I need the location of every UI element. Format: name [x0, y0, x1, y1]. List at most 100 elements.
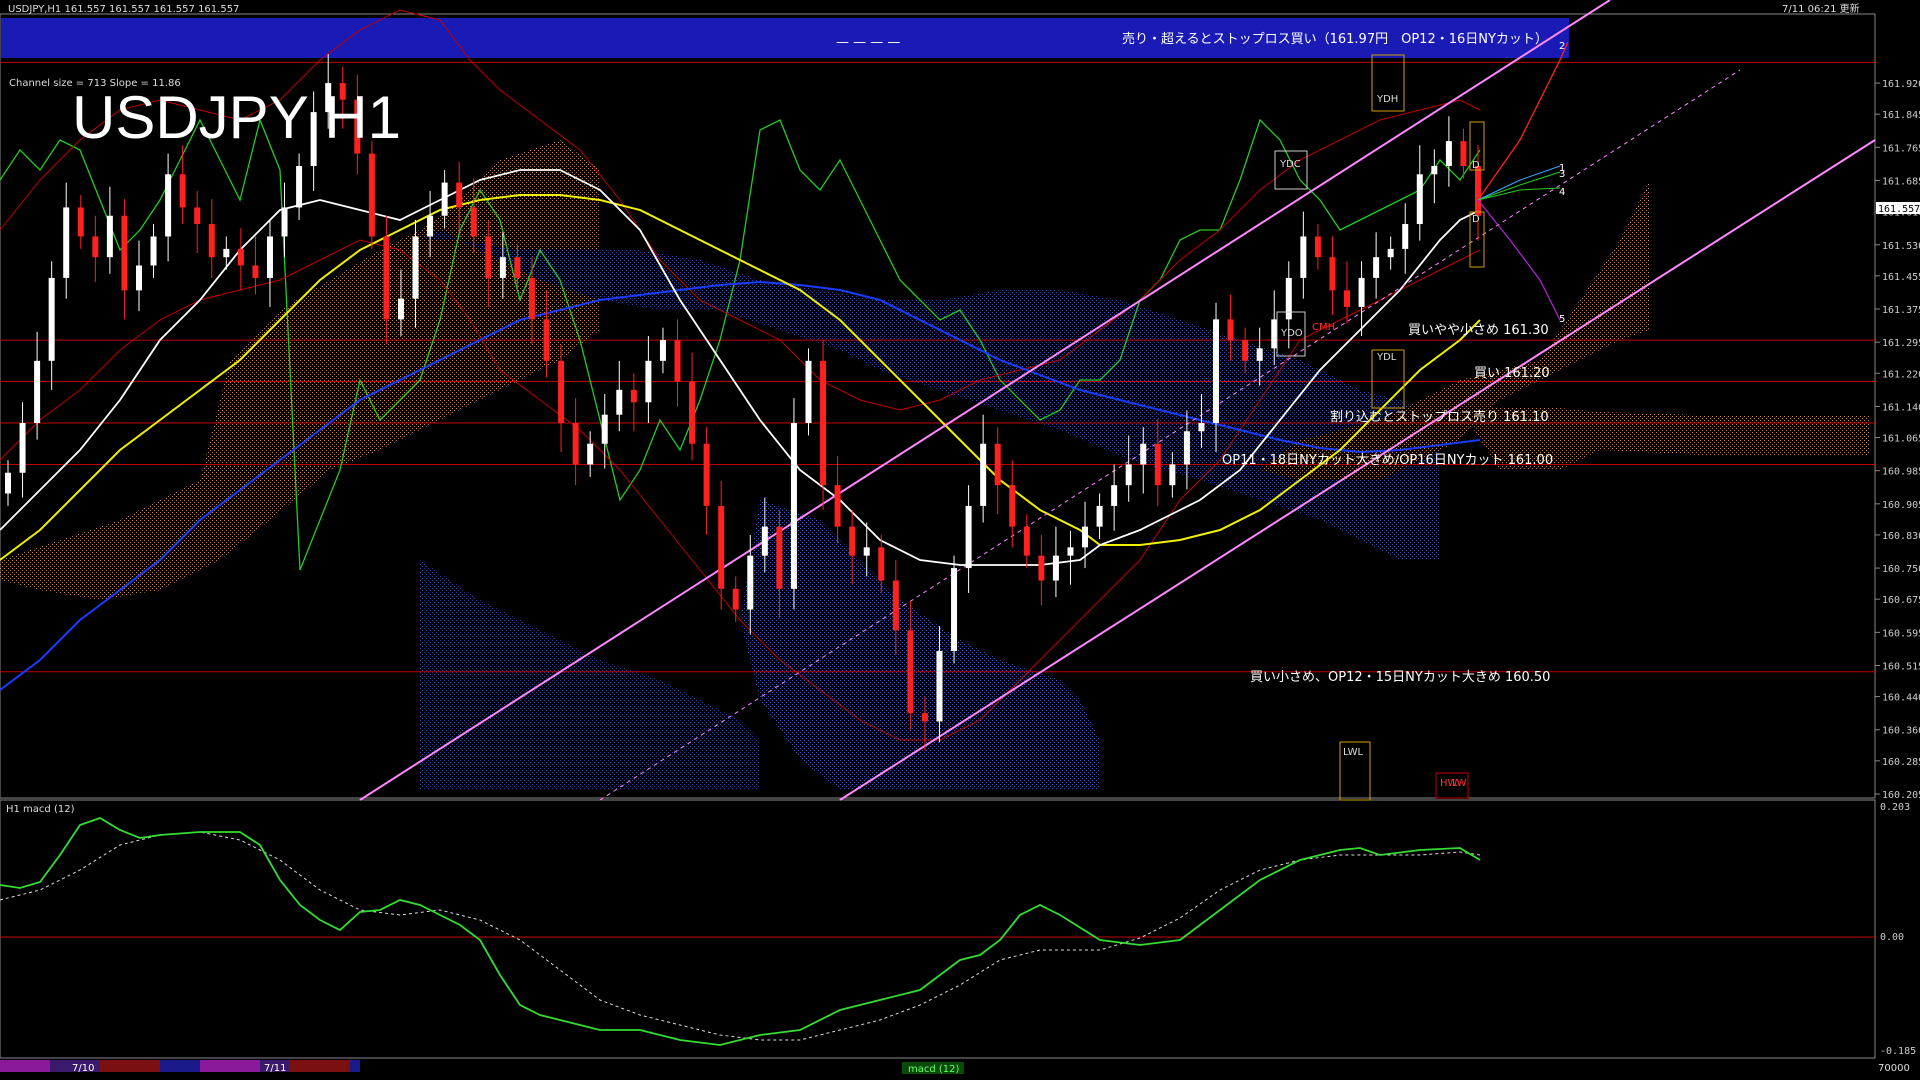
candle-body: [397, 298, 404, 320]
macd-tab[interactable]: macd (12): [908, 1064, 960, 1075]
price-axis: 161.920161.845161.765161.685161.610161.5…: [1875, 79, 1920, 801]
candle-body: [514, 257, 521, 278]
marker-ydh: YDH: [1376, 94, 1398, 105]
candle-body: [528, 277, 535, 320]
candle-body: [718, 505, 725, 589]
candle-body: [237, 248, 244, 266]
candle-body: [878, 547, 885, 581]
price-axis-label: 161.140: [1882, 402, 1920, 413]
candle-body: [732, 588, 739, 610]
candle-body: [747, 555, 754, 610]
candle-body: [48, 277, 55, 361]
candle-body: [92, 236, 99, 258]
annotation-buy-161-30: 買いやや小さめ 161.30: [1408, 323, 1549, 338]
annotation-buy-160-50: 買い小さめ、OP12・15日NYカット大きめ 160.50: [1250, 670, 1550, 685]
candle-body: [1067, 547, 1074, 556]
candle-body: [1096, 505, 1103, 527]
candle-body: [834, 485, 841, 527]
price-axis-label: 160.285: [1882, 757, 1920, 768]
chart-canvas: USDJPY,H1 161.557 161.557 161.557 161.55…: [0, 0, 1920, 1075]
candle-body: [572, 423, 579, 465]
candle-body: [1445, 141, 1452, 166]
candle-body: [907, 630, 914, 714]
macd-tick-zero: 0.00: [1880, 932, 1904, 943]
candle-body: [499, 257, 506, 278]
candle-body: [485, 236, 492, 278]
annotation-op-161-00: OP11・18日NYカット大きめ/OP16日NYカット 161.00: [1222, 453, 1553, 468]
candle-body: [63, 207, 70, 278]
candle-body: [616, 389, 623, 415]
candle-body: [543, 319, 550, 361]
candle-body: [223, 248, 230, 258]
macd-tick-bottom: -0.185: [1880, 1046, 1916, 1057]
marker-ydc: YDC: [1279, 159, 1301, 170]
annotation-buy-161-20: 買い 161.20: [1474, 366, 1550, 381]
marker-d-upper: D: [1472, 160, 1480, 171]
candle-body: [1213, 319, 1220, 423]
price-axis-label: 160.595: [1882, 628, 1920, 639]
candle-body: [1358, 277, 1365, 307]
price-axis-label: 161.065: [1882, 434, 1920, 445]
candle-body: [951, 568, 958, 651]
candle-body: [427, 215, 434, 237]
price-axis-label: 161.920: [1882, 79, 1920, 90]
candle-body: [1314, 236, 1321, 258]
candle-body: [994, 443, 1001, 486]
candle-body: [1329, 257, 1336, 291]
candle-body: [558, 360, 565, 423]
candle-body: [1111, 485, 1118, 506]
candle-body: [1344, 290, 1351, 307]
candle-body: [1242, 340, 1249, 361]
time-label-7-10: 7/10: [72, 1063, 94, 1074]
candle-body: [34, 360, 41, 423]
candle-body: [1373, 257, 1380, 278]
wave-label-3: 3: [1559, 169, 1565, 180]
price-axis-label: 161.845: [1882, 110, 1920, 121]
marker-ydl: YDL: [1376, 352, 1397, 363]
candle-body: [587, 443, 594, 465]
candle-body: [689, 381, 696, 444]
candle-body: [1183, 431, 1190, 465]
time-label-7-11: 7/11: [264, 1063, 286, 1074]
marker-ydo: YDO: [1280, 328, 1303, 339]
price-axis-label: 161.375: [1882, 305, 1920, 316]
annotation-sell-161-10: 割り込むとストップロス売り 161.10: [1330, 409, 1549, 425]
price-axis-label: 160.750: [1882, 564, 1920, 575]
candle-body: [1475, 165, 1481, 216]
price-axis-label: 160.675: [1882, 595, 1920, 606]
candle-body: [179, 174, 186, 208]
marker-lwl: LWL: [1343, 747, 1364, 758]
candle-body: [456, 182, 463, 208]
candle-body: [761, 526, 768, 556]
candle-body: [820, 360, 827, 486]
macd-pane: [0, 799, 1876, 1059]
macd-tick-top: 0.203: [1880, 802, 1910, 813]
candle-body: [1387, 248, 1394, 258]
candle-body: [965, 505, 972, 569]
candle-body: [1431, 165, 1438, 175]
candle-body: [383, 236, 390, 320]
candle-body: [630, 389, 637, 403]
candle-body: [1023, 526, 1030, 556]
candle-body: [165, 174, 172, 237]
wave-label-2: 2: [1559, 41, 1565, 52]
candle-body: [1416, 174, 1423, 225]
candle-body: [1169, 464, 1176, 486]
candle-body: [1038, 555, 1045, 581]
price-axis-label: 160.985: [1882, 467, 1920, 478]
price-axis-label: 161.455: [1882, 272, 1920, 283]
candle-body: [1402, 224, 1409, 249]
candle-body: [790, 423, 797, 589]
candle-body: [1140, 443, 1147, 465]
candle-body: [659, 340, 666, 361]
chart-big-title: USDJPY H1: [72, 84, 401, 151]
candle-body: [1271, 319, 1278, 349]
candle-body: [194, 207, 201, 225]
candle-body: [77, 207, 84, 237]
candle-body: [1285, 277, 1292, 320]
candle-body: [776, 526, 783, 589]
candle-body: [1009, 485, 1016, 527]
candle-body: [674, 340, 681, 382]
current-price-label: 161.557: [1878, 204, 1920, 215]
candle-body: [19, 423, 26, 473]
